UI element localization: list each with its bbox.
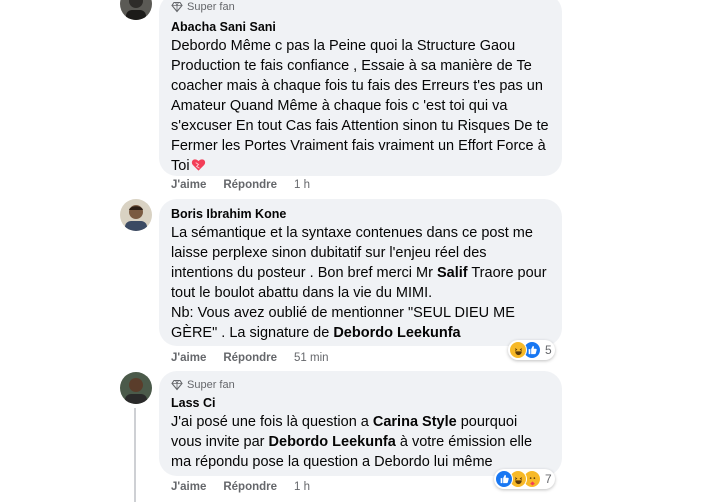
reaction-summary[interactable]: 7 [494, 469, 555, 489]
reply-button[interactable]: Répondre [223, 481, 277, 493]
like-button[interactable]: J'aime [171, 179, 206, 191]
super-fan-badge: Super fan [171, 378, 550, 392]
reaction-summary[interactable]: 5 [508, 340, 555, 360]
super-fan-badge: Super fan [171, 0, 550, 14]
badge-label: Super fan [187, 379, 235, 391]
comment-text: La sémantique et la syntaxe contenues da… [171, 223, 550, 343]
comment-time[interactable]: 51 min [294, 352, 329, 364]
comment-time[interactable]: 1 h [294, 481, 310, 493]
reaction-count: 5 [545, 343, 552, 357]
comment-author[interactable]: Lass Ci [171, 395, 550, 411]
comment-text-body: Debordo Même c pas la Peine quoi la Stru… [171, 38, 549, 174]
comment-author[interactable]: Boris Ibrahim Kone [171, 206, 550, 222]
reaction-count: 7 [545, 472, 552, 486]
comment-text: Debordo Même c pas la Peine quoi la Stru… [171, 36, 550, 178]
avatar[interactable] [120, 372, 152, 404]
diamond-icon [171, 1, 183, 13]
like-button[interactable]: J'aime [171, 352, 206, 364]
comment-text: J'ai posé une fois là question a Carina … [171, 412, 550, 472]
reply-button[interactable]: Répondre [223, 179, 277, 191]
badge-label: Super fan [187, 1, 235, 13]
avatar[interactable] [120, 199, 152, 231]
mention-link[interactable]: Debordo Leekunfa [333, 325, 460, 341]
text-segment: J'ai posé une fois là question a [171, 414, 373, 430]
like-reaction-icon [495, 470, 513, 488]
comment-time[interactable]: 1 h [294, 179, 310, 191]
comment-actions: J'aime Répondre 1 h [171, 179, 310, 191]
comment-bubble: Super fan Lass Ci J'ai posé une fois là … [159, 371, 562, 476]
avatar[interactable] [120, 0, 152, 20]
thread-line [134, 408, 136, 502]
mention-link[interactable]: Salif [437, 265, 468, 281]
haha-reaction-icon [509, 341, 527, 359]
diamond-icon [171, 379, 183, 391]
comment-bubble: Boris Ibrahim Kone La sémantique et la s… [159, 199, 562, 346]
mention-link[interactable]: Carina Style [373, 414, 457, 430]
comment-actions: J'aime Répondre 51 min [171, 352, 329, 364]
heart-emoji-icon [191, 157, 206, 178]
comment-author[interactable]: Abacha Sani Sani [171, 19, 550, 35]
comment-bubble: Super fan Abacha Sani Sani Debordo Même … [159, 0, 562, 176]
like-button[interactable]: J'aime [171, 481, 206, 493]
reply-button[interactable]: Répondre [223, 352, 277, 364]
comment-actions: J'aime Répondre 1 h [171, 481, 310, 493]
mention-link[interactable]: Debordo Leekunfa [269, 434, 396, 450]
